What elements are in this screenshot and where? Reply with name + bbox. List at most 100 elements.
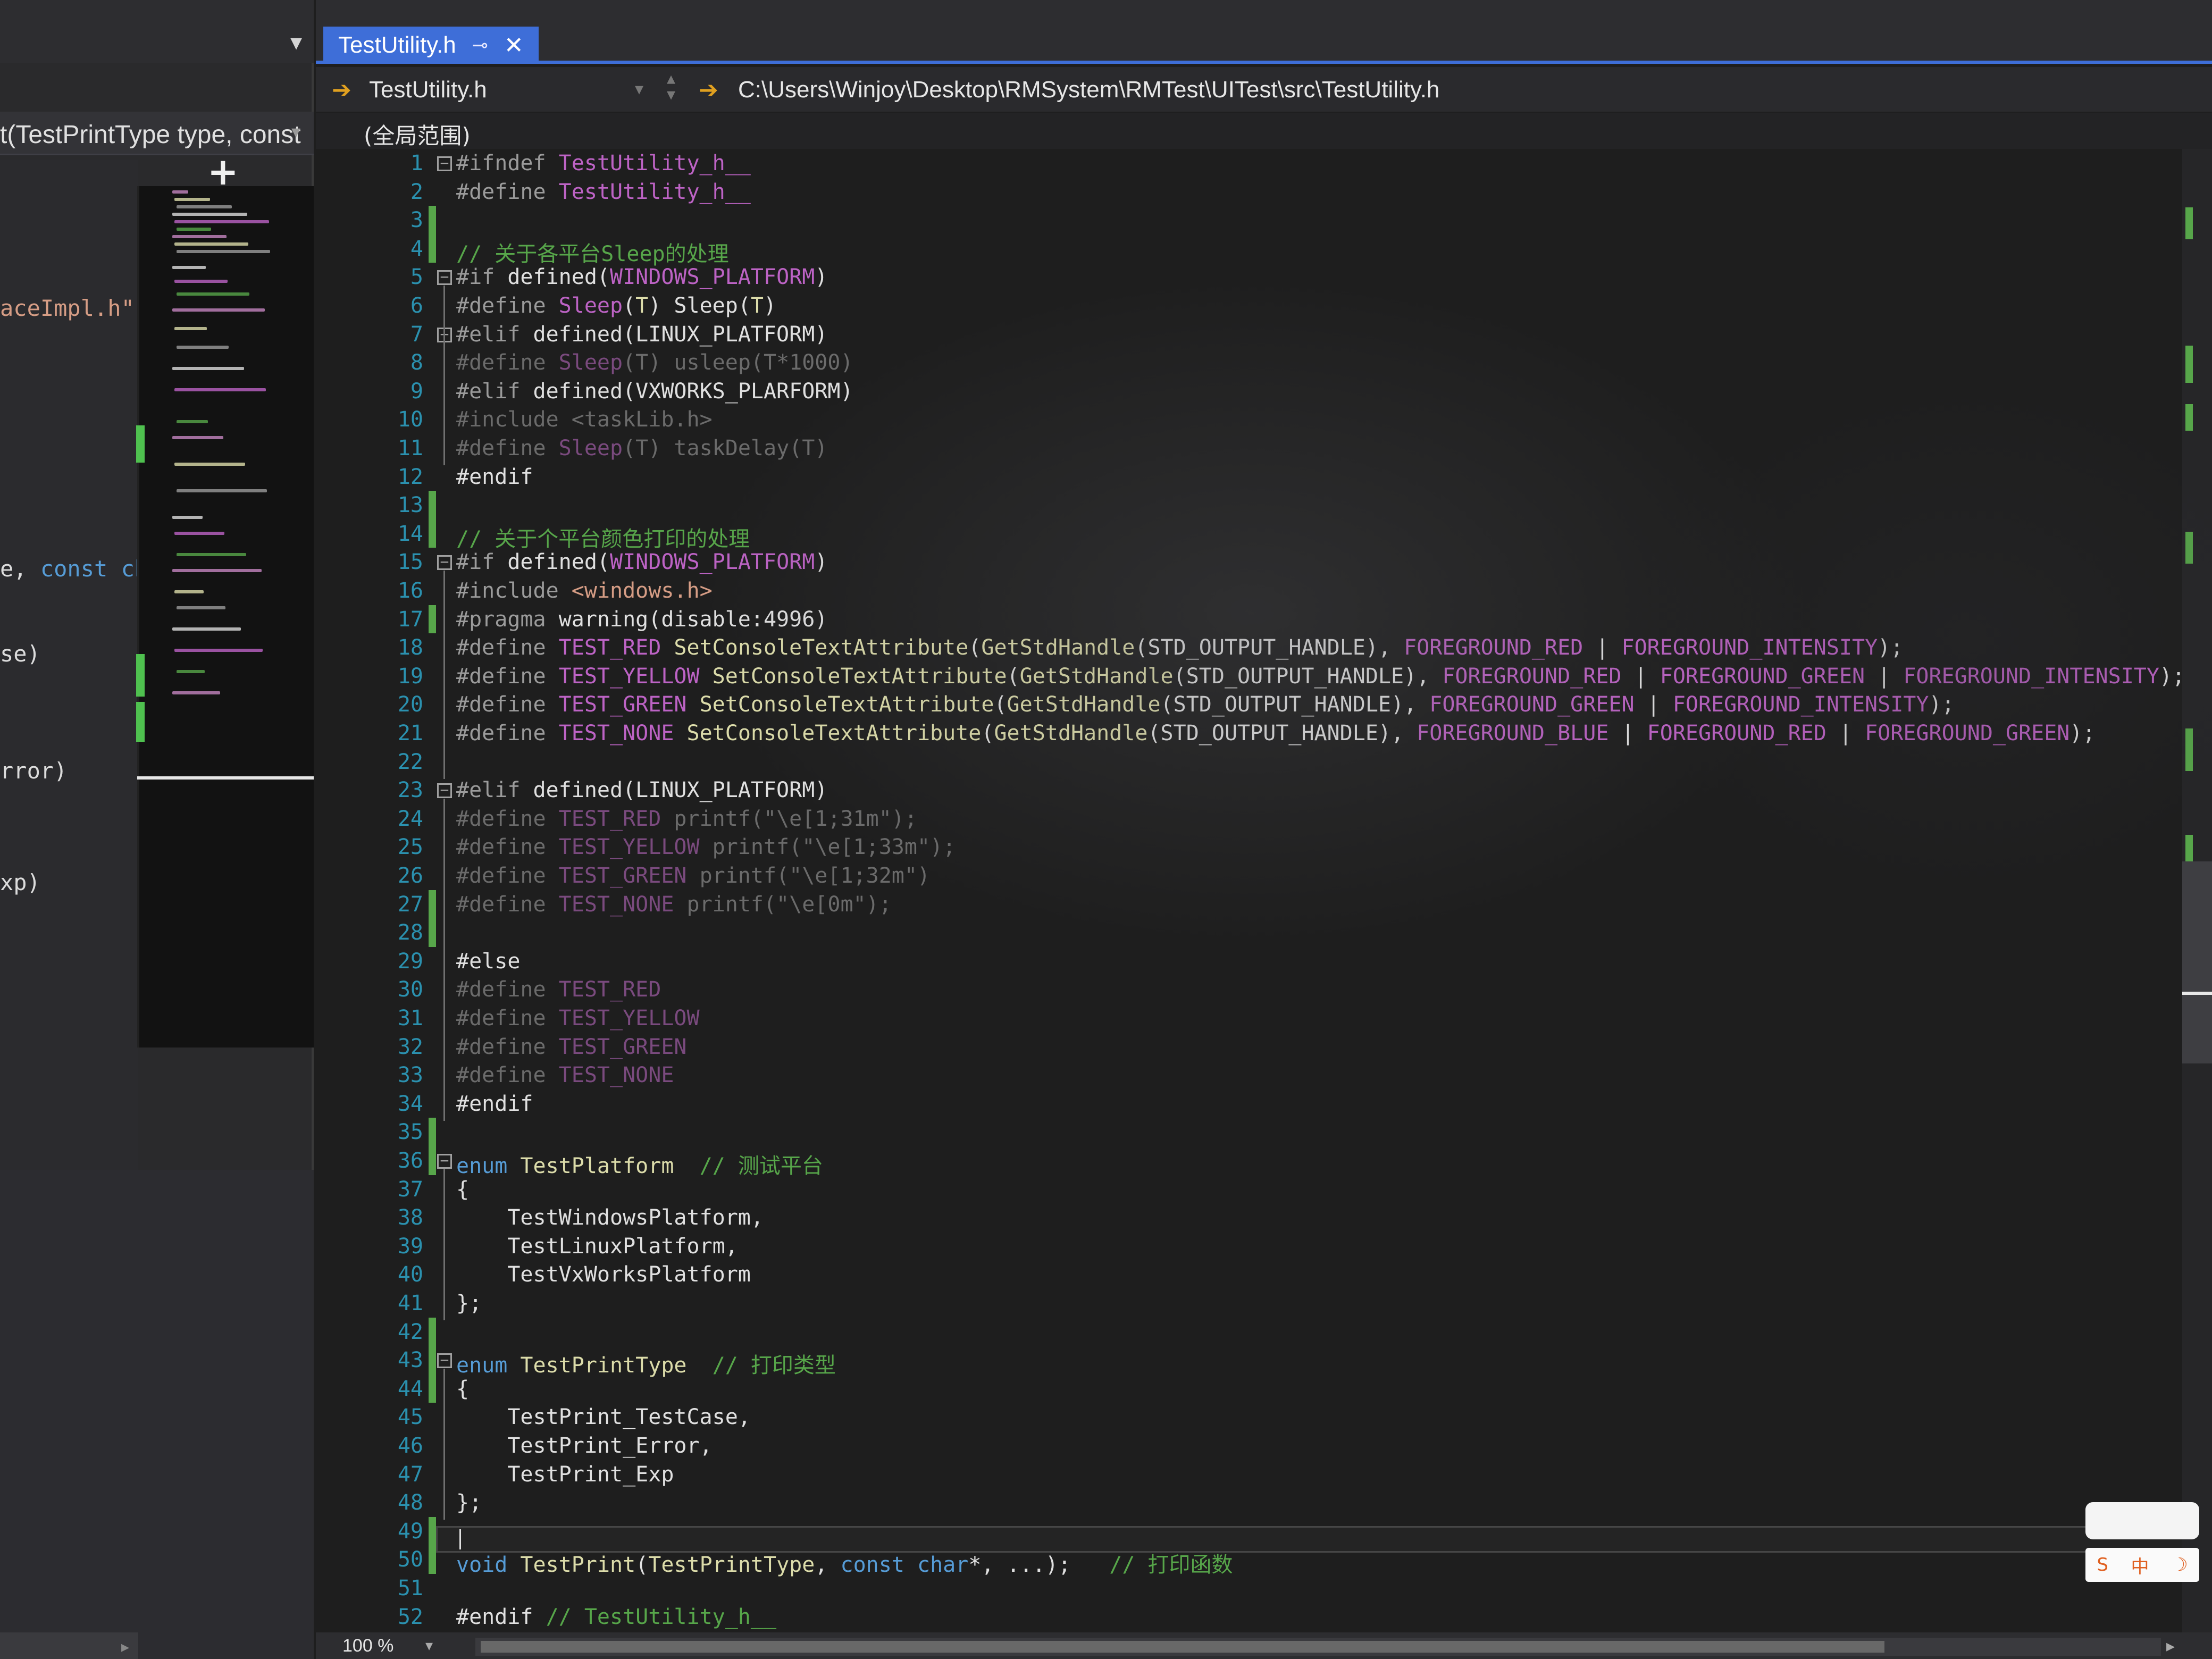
code-text[interactable]: #endif: [456, 465, 533, 489]
code-text[interactable]: #else: [456, 949, 520, 974]
code-text[interactable]: #define TEST_NONE printf("\e[0m");: [456, 892, 892, 917]
minimap[interactable]: [137, 186, 314, 1048]
code-text[interactable]: #define TEST_RED SetConsoleTextAttribute…: [456, 635, 1903, 660]
code-text[interactable]: TestWindowsPlatform,: [456, 1205, 764, 1230]
tab-testutility-h[interactable]: TestUtility.h ⊸ ✕: [323, 27, 539, 64]
zoom-level[interactable]: 100 %: [342, 1636, 393, 1656]
project-file-dropdown[interactable]: TestUtility.h: [369, 77, 487, 103]
code-line[interactable]: 36− enum TestPlatform // 测试平台: [316, 1146, 2212, 1178]
code-line[interactable]: 38 TestWindowsPlatform,: [316, 1203, 2212, 1232]
code-line[interactable]: 1− #ifndef TestUtility_h__: [316, 149, 2212, 178]
vertical-scrollbar[interactable]: [2182, 149, 2212, 1638]
code-line[interactable]: 41};: [316, 1289, 2212, 1318]
code-text[interactable]: #define TEST_NONE SetConsoleTextAttribut…: [456, 721, 2096, 745]
code-line[interactable]: 11 #define Sleep(T) taskDelay(T): [316, 434, 2212, 463]
code-line[interactable]: 8 #define Sleep(T) usleep(T*1000): [316, 348, 2212, 377]
code-editor[interactable]: 1− #ifndef TestUtility_h__ 2 #define TestUt…: [316, 149, 2212, 1638]
code-line[interactable]: 39 TestLinuxPlatform,: [316, 1232, 2212, 1261]
code-line[interactable]: 19 #define TEST_YELLOW SetConsoleTextAttr…: [316, 662, 2212, 691]
ime-status[interactable]: S 中 ☽: [2085, 1548, 2199, 1582]
code-line[interactable]: 24 #define TEST_RED printf("\e[1;31m");: [316, 805, 2212, 833]
scope-bar[interactable]: (全局范围): [316, 113, 2212, 149]
code-text[interactable]: TestLinuxPlatform,: [456, 1234, 738, 1259]
tab-list-dropdown-icon[interactable]: ▾: [290, 31, 302, 54]
code-text[interactable]: {: [456, 1177, 469, 1202]
code-line[interactable]: 5− #if defined(WINDOWS_PLATFORM): [316, 263, 2212, 291]
collapse-icon[interactable]: −: [437, 1353, 452, 1369]
code-line[interactable]: 21 #define TEST_NONE SetConsoleTextAttrib…: [316, 719, 2212, 748]
code-text[interactable]: #pragma warning(disable:4996): [456, 607, 827, 632]
code-text[interactable]: #elif defined(LINUX_PLATFORM): [456, 322, 827, 347]
scroll-right-icon[interactable]: ▸: [121, 1638, 129, 1656]
code-line[interactable]: 30 #define TEST_RED: [316, 975, 2212, 1004]
code-line[interactable]: 9 #elif defined(VXWORKS_PLARFORM): [316, 377, 2212, 406]
code-line[interactable]: 22: [316, 748, 2212, 776]
code-text[interactable]: #define TEST_RED: [456, 977, 661, 1002]
code-line[interactable]: 10 #include <taskLib.h>: [316, 405, 2212, 434]
code-text[interactable]: #elif defined(LINUX_PLATFORM): [456, 778, 827, 802]
code-line[interactable]: 42: [316, 1317, 2212, 1346]
code-line[interactable]: 51: [316, 1574, 2212, 1603]
code-line[interactable]: 27 #define TEST_NONE printf("\e[0m");: [316, 890, 2212, 919]
code-line[interactable]: 14// 关于个平台颜色打印的处理: [316, 519, 2212, 551]
code-text[interactable]: TestPrint_Exp: [456, 1462, 674, 1487]
code-text[interactable]: #ifndef TestUtility_h__: [456, 151, 751, 175]
code-text[interactable]: };: [456, 1291, 482, 1316]
scope-dropdown[interactable]: (全局范围): [364, 118, 471, 150]
code-text[interactable]: TestPrint_TestCase,: [456, 1405, 751, 1429]
moon-icon[interactable]: ☽: [2172, 1554, 2188, 1576]
scroll-right-icon[interactable]: ▸: [2166, 1636, 2175, 1656]
code-line[interactable]: 52 #endif // TestUtility_h__: [316, 1603, 2212, 1631]
code-line[interactable]: 4// 关于各平台Sleep的处理: [316, 234, 2212, 266]
left-code-line[interactable]: xp): [0, 869, 40, 895]
code-line[interactable]: 25 #define TEST_YELLOW printf("\e[1;33m")…: [316, 833, 2212, 861]
ime-logo-icon[interactable]: S: [2097, 1554, 2108, 1576]
code-line[interactable]: 31 #define TEST_YELLOW: [316, 1004, 2212, 1033]
up-down-arrows-icon[interactable]: ▴ ▾: [667, 70, 675, 103]
code-text[interactable]: #define TEST_NONE: [456, 1063, 674, 1087]
horizontal-scroll-thumb[interactable]: [481, 1641, 1884, 1653]
code-text[interactable]: #if defined(WINDOWS_PLATFORM): [456, 550, 827, 574]
code-line[interactable]: 29 #else: [316, 947, 2212, 976]
code-line[interactable]: 7−#elif defined(LINUX_PLATFORM): [316, 320, 2212, 349]
code-text[interactable]: #include <taskLib.h>: [456, 407, 713, 432]
code-text[interactable]: #define TEST_YELLOW: [456, 1006, 700, 1030]
code-line[interactable]: 43− enum TestPrintType // 打印类型: [316, 1346, 2212, 1378]
left-code-line[interactable]: se): [0, 641, 40, 667]
code-text[interactable]: #define Sleep(T) Sleep(T): [456, 294, 776, 318]
code-text[interactable]: TestVxWorksPlatform: [456, 1262, 751, 1287]
collapse-icon[interactable]: −: [437, 270, 452, 286]
code-text[interactable]: };: [456, 1490, 482, 1515]
code-text[interactable]: #elif defined(VXWORKS_PLARFORM): [456, 379, 853, 404]
collapse-icon[interactable]: −: [437, 1153, 452, 1169]
ime-mode-label[interactable]: 中: [2131, 1552, 2149, 1578]
chevron-down-icon[interactable]: ▾: [425, 1637, 433, 1654]
code-line[interactable]: 26 #define TEST_GREEN printf("\e[1;32m"): [316, 861, 2212, 890]
collapse-icon[interactable]: −: [437, 156, 452, 171]
close-icon[interactable]: ✕: [504, 32, 524, 59]
code-line[interactable]: 45 TestPrint_TestCase,: [316, 1403, 2212, 1431]
chevron-down-icon[interactable]: ▾: [291, 121, 300, 143]
code-text[interactable]: #define TEST_YELLOW SetConsoleTextAttrib…: [456, 664, 2185, 689]
code-line[interactable]: 37 {: [316, 1175, 2212, 1204]
minimap-viewport-indicator[interactable]: [137, 776, 314, 780]
code-line[interactable]: 49: [316, 1516, 2212, 1546]
code-line[interactable]: 32 #define TEST_GREEN: [316, 1033, 2212, 1061]
code-line[interactable]: 18 #define TEST_RED SetConsoleTextAttribu…: [316, 633, 2212, 662]
code-line[interactable]: 33 #define TEST_NONE: [316, 1061, 2212, 1090]
code-line[interactable]: 46 TestPrint_Error,: [316, 1431, 2212, 1460]
code-line[interactable]: 50 void TestPrint(TestPrintType, const ch…: [316, 1545, 2212, 1577]
code-line[interactable]: 17 #pragma warning(disable:4996): [316, 605, 2212, 634]
code-text[interactable]: #define TEST_YELLOW printf("\e[1;33m");: [456, 835, 956, 859]
code-text[interactable]: #include <windows.h>: [456, 579, 713, 603]
code-line[interactable]: 23− #elif defined(LINUX_PLATFORM): [316, 776, 2212, 805]
code-text[interactable]: #define TEST_RED printf("\e[1;31m");: [456, 807, 917, 831]
code-text[interactable]: #define Sleep(T) taskDelay(T): [456, 436, 827, 460]
code-text[interactable]: TestPrint_Error,: [456, 1434, 712, 1458]
code-line[interactable]: 13: [316, 491, 2212, 520]
code-line[interactable]: 12 #endif: [316, 463, 2212, 491]
left-horizontal-scrollbar[interactable]: [0, 1632, 138, 1659]
left-member-dropdown[interactable]: t(TestPrintType type, const ▾: [0, 112, 314, 155]
code-line[interactable]: 48};: [316, 1488, 2212, 1517]
chevron-down-icon[interactable]: ▾: [635, 79, 643, 99]
